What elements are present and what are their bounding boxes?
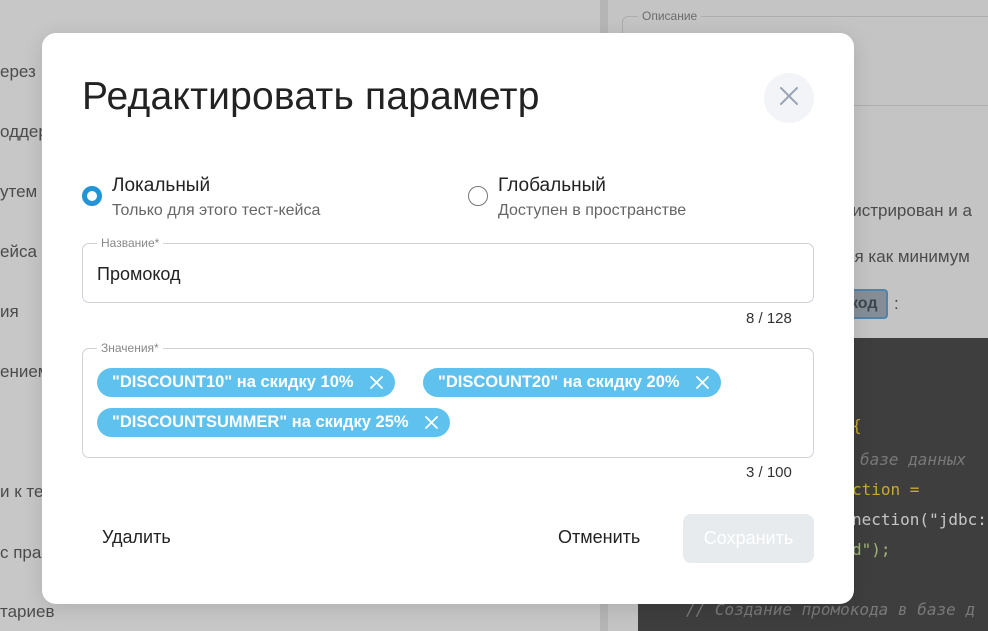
save-button[interactable]: Сохранить xyxy=(683,514,814,563)
values-field[interactable]: Значения* "DISCOUNT10" на скидку 10% "DI… xyxy=(82,341,814,458)
value-chip[interactable]: "DISCOUNTSUMMER" на скидку 25% xyxy=(97,408,450,437)
radio-selected-icon[interactable] xyxy=(82,186,102,206)
values-counter: 3 / 100 xyxy=(746,464,792,481)
value-chip-label: "DISCOUNT20" на скидку 20% xyxy=(438,373,680,391)
radio-local-description: Только для этого тест-кейса xyxy=(112,202,321,219)
cancel-button[interactable]: Отменить xyxy=(558,527,640,548)
dialog-title: Редактировать параметр xyxy=(82,75,540,118)
chip-remove-icon[interactable] xyxy=(369,376,383,389)
chip-remove-icon[interactable] xyxy=(424,416,438,429)
radio-global-label: Глобальный xyxy=(498,175,606,196)
close-button[interactable] xyxy=(764,73,814,123)
radio-global[interactable]: Глобальный Доступен в пространстве xyxy=(468,173,768,223)
value-chip-label: "DISCOUNT10" на скидку 10% xyxy=(112,373,354,391)
name-field-label: Название* xyxy=(97,236,164,250)
chip-remove-icon[interactable] xyxy=(695,376,709,389)
radio-unselected-icon[interactable] xyxy=(468,186,488,206)
name-char-counter: 8 / 128 xyxy=(746,310,792,327)
values-field-label: Значения* xyxy=(97,341,163,355)
radio-local[interactable]: Локальный Только для этого тест-кейса xyxy=(82,173,412,223)
radio-local-label: Локальный xyxy=(112,175,211,196)
value-chip[interactable]: "DISCOUNT20" на скидку 20% xyxy=(423,368,721,397)
value-chip-label: "DISCOUNTSUMMER" на скидку 25% xyxy=(112,413,409,431)
value-chip[interactable]: "DISCOUNT10" на скидку 10% xyxy=(97,368,395,397)
name-input[interactable] xyxy=(97,264,797,285)
name-field[interactable]: Название* xyxy=(82,236,814,303)
delete-button[interactable]: Удалить xyxy=(102,527,171,548)
radio-global-description: Доступен в пространстве xyxy=(498,202,687,219)
edit-parameter-dialog: Редактировать параметр Локальный Только … xyxy=(42,33,854,604)
close-icon xyxy=(779,86,799,111)
